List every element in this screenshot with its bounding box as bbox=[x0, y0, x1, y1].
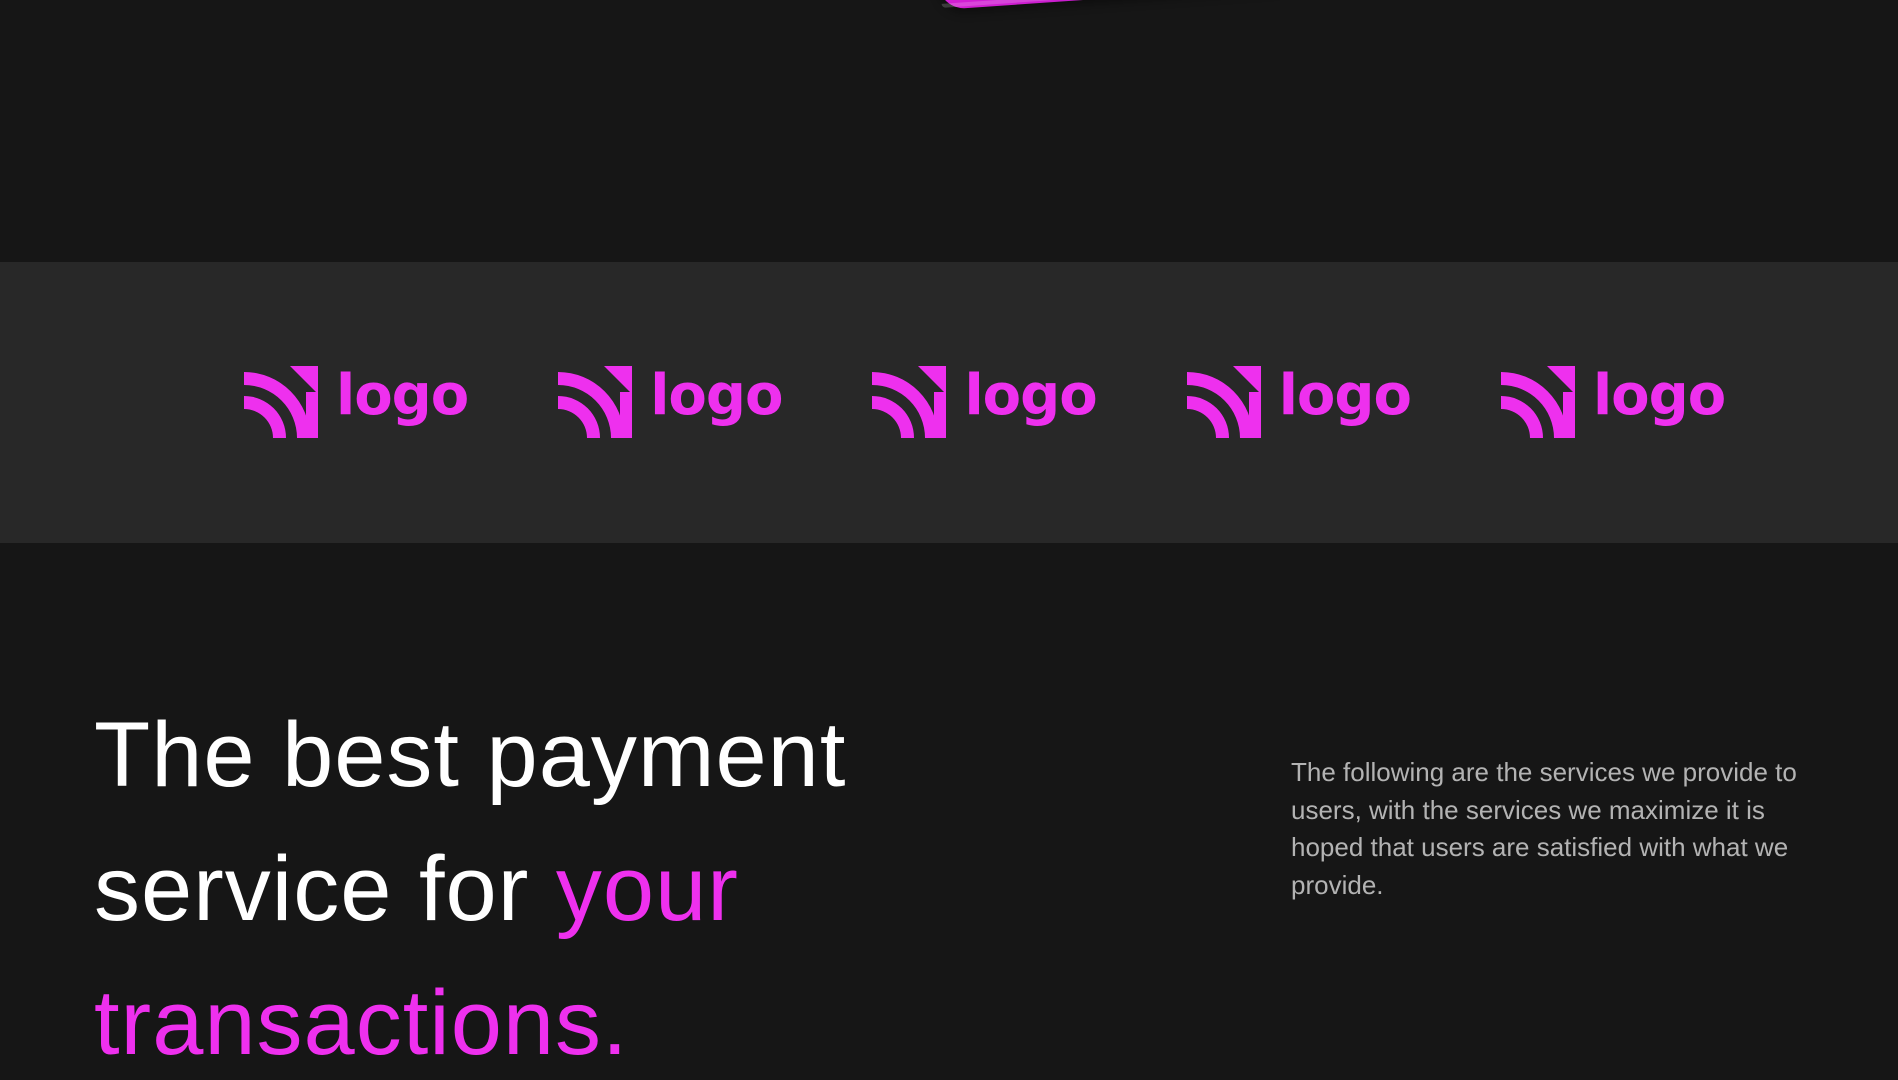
section-headline: The best payment service for your transa… bbox=[94, 688, 994, 1080]
partner-logo-text: logo bbox=[336, 363, 469, 428]
partner-logo-row: logo logo logo logo logo bbox=[244, 363, 1726, 438]
page: logo logo logo logo logo The best paymen… bbox=[0, 0, 1898, 1080]
partner-logo[interactable]: logo bbox=[1186, 363, 1412, 438]
partner-logo[interactable]: logo bbox=[872, 363, 1098, 438]
signal-arcs-icon bbox=[1500, 366, 1575, 438]
signal-arcs-icon bbox=[1186, 366, 1261, 438]
signal-arcs-icon bbox=[872, 366, 947, 438]
section-description: The following are the services we provid… bbox=[1291, 757, 1797, 900]
partner-logo-text: logo bbox=[650, 363, 783, 428]
signal-arcs-icon bbox=[558, 366, 633, 438]
partner-logo[interactable]: logo bbox=[558, 363, 783, 438]
signal-arcs-icon bbox=[244, 366, 318, 438]
partner-logo-text: logo bbox=[1592, 363, 1726, 428]
partner-logo[interactable]: logo bbox=[1500, 363, 1726, 438]
partner-logo[interactable]: logo bbox=[244, 363, 469, 438]
hero-top-section bbox=[0, 0, 1898, 262]
payment-card-edge bbox=[935, 0, 1300, 10]
partner-logo-text: logo bbox=[1278, 363, 1412, 428]
partner-logo-text: logo bbox=[964, 363, 1097, 428]
